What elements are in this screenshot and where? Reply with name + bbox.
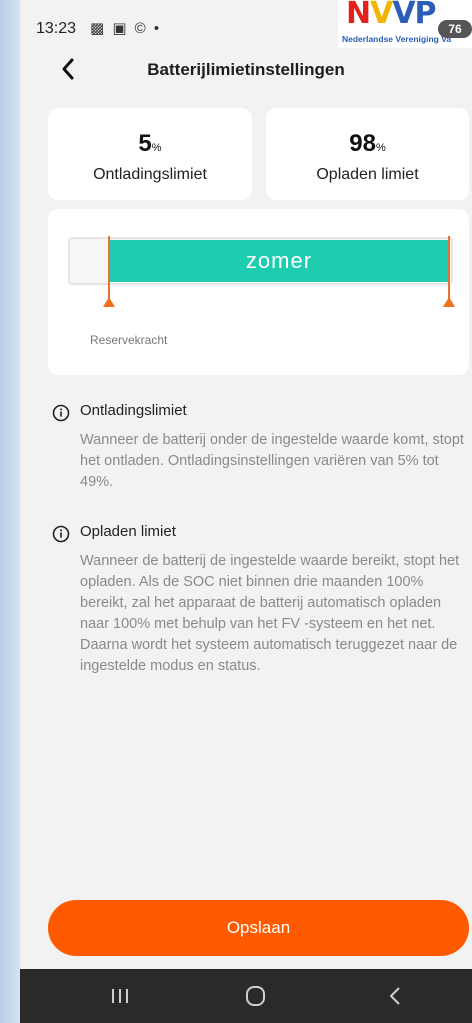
charge-limit-label: Opladen limiet [316, 166, 419, 183]
mode-label: zomer [245, 248, 313, 273]
status-time: 13:23 [36, 20, 77, 37]
info-icon [52, 404, 70, 422]
info-title: Opladen limiet [80, 523, 176, 540]
info-icon [52, 525, 70, 543]
battery-level: 76 [448, 22, 462, 36]
charge-limit-unit: % [375, 142, 386, 154]
nvvp-logo: NVVP Nederlandse Vereniging Va 76 [338, 0, 472, 48]
info-title: Ontladingslimiet [80, 402, 187, 419]
charge-limit-value: 98% [266, 130, 469, 158]
page-header: Batterijlimietinstellingen [20, 50, 472, 90]
charge-limit-card[interactable]: 98% Opladen limiet [266, 108, 469, 200]
reserve-label: Reservekracht [90, 333, 168, 347]
discharge-limit-value: 5% [48, 130, 252, 158]
upper-handle-line [447, 236, 450, 304]
discharge-limit-unit: % [151, 142, 162, 154]
recent-apps-icon[interactable] [90, 982, 150, 1010]
info-text: Wanneer de batterij de ingestelde waarde… [80, 553, 460, 674]
info-text: Wanneer de batterij onder de ingestelde … [80, 432, 464, 490]
lower-handle-line [108, 236, 111, 304]
battery-range-slider-card: zomer Reservekracht [48, 209, 469, 375]
background-edge [0, 0, 20, 1023]
save-button[interactable]: Opslaan [48, 900, 469, 956]
notification-icons: ▩ ▣ © • [90, 20, 162, 37]
discharge-limit-number: 5 [138, 130, 152, 157]
phone-screen: 13:23 ▩ ▣ © • NVVP Nederlandse Verenigin… [20, 0, 472, 1023]
status-bar: 13:23 ▩ ▣ © • NVVP Nederlandse Verenigin… [20, 0, 472, 50]
upper-handle[interactable] [442, 297, 455, 307]
back-icon[interactable] [365, 982, 425, 1010]
logo-wordmark: NVVP [346, 0, 437, 31]
lower-handle[interactable] [103, 297, 116, 307]
discharge-limit-card[interactable]: 5% Ontladingslimiet [48, 108, 252, 200]
page-title: Batterijlimietinstellingen [147, 60, 345, 79]
battery-indicator: 76 [438, 20, 472, 38]
charge-limit-number: 98 [349, 130, 376, 157]
discharge-limit-label: Ontladingslimiet [93, 166, 207, 183]
system-nav-bar [20, 969, 472, 1023]
home-icon[interactable] [226, 982, 286, 1010]
logo-subtitle: Nederlandse Vereniging Va [342, 34, 452, 44]
